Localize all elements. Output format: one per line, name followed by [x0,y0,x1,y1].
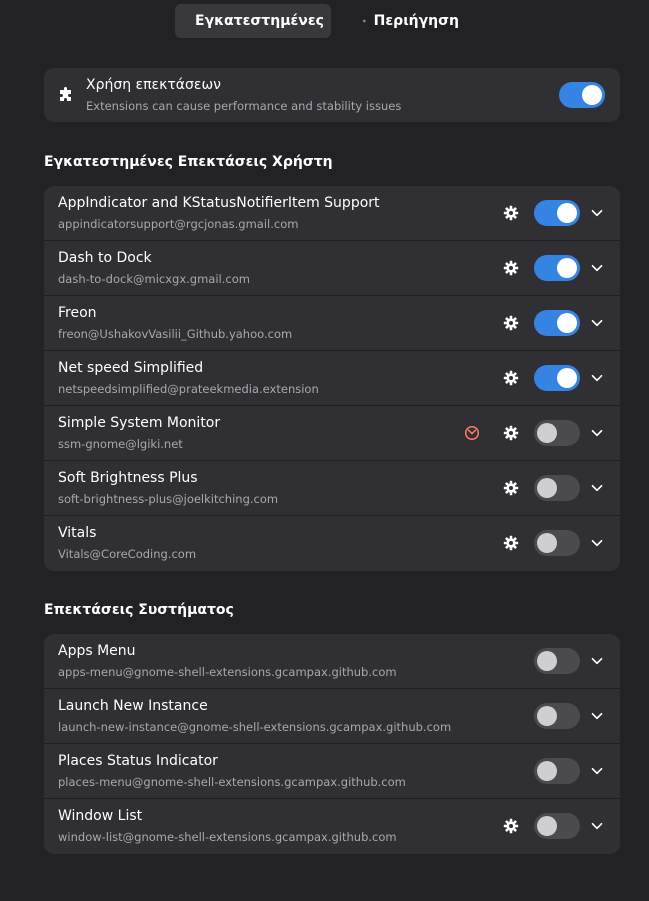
settings-gear-icon[interactable] [503,425,519,441]
extension-row: Apps Menu apps-menu@gnome-shell-extensio… [44,634,620,689]
globe-icon [363,19,366,23]
extension-row: Launch New Instance launch-new-instance@… [44,689,620,744]
extension-row: Simple System Monitor ssm-gnome@lgiki.ne… [44,406,620,461]
tab-browse[interactable]: Περιήγηση [351,4,471,38]
extension-name: Net speed Simplified [58,360,204,376]
toggle-knob [537,761,557,781]
extension-toggle[interactable] [534,648,580,674]
chevron-down-icon[interactable] [590,371,604,385]
extension-toggle[interactable] [534,310,580,336]
chevron-down-icon[interactable] [590,709,604,723]
tab-installed[interactable]: Εγκατεστημένες [175,4,331,38]
extension-toggle[interactable] [534,475,580,501]
system-extensions-list: Apps Menu apps-menu@gnome-shell-extensio… [44,634,620,854]
extension-uuid: dash-to-dock@micxgx.gmail.com [58,272,250,286]
tab-installed-label: Εγκατεστημένες [195,13,324,29]
master-title: Χρήση επεκτάσεων [86,77,222,93]
extension-name: AppIndicator and KStatusNotifierItem Sup… [58,195,380,211]
tab-browse-label: Περιήγηση [373,13,459,29]
extension-row: Vitals Vitals@CoreCoding.com [44,516,620,571]
extension-row: Places Status Indicator places-menu@gnom… [44,744,620,799]
toggle-knob [557,203,577,223]
settings-gear-icon[interactable] [503,480,519,496]
extension-uuid: appindicatorsupport@rgcjonas.gmail.com [58,217,299,231]
extension-toggle[interactable] [534,200,580,226]
extension-toggle[interactable] [534,255,580,281]
system-extensions-heading: Επεκτάσεις Συστήματος [44,602,234,618]
chevron-down-icon[interactable] [590,316,604,330]
extension-toggle[interactable] [534,758,580,784]
toggle-knob [537,651,557,671]
chevron-down-icon[interactable] [590,764,604,778]
extension-toggle[interactable] [534,365,580,391]
puzzle-icon [60,87,71,101]
user-extensions-heading: Εγκατεστημένες Επεκτάσεις Χρήστη [44,154,333,170]
extension-uuid: launch-new-instance@gnome-shell-extensio… [58,720,452,734]
extension-uuid: ssm-gnome@lgiki.net [58,437,183,451]
toggle-knob [537,816,557,836]
chevron-down-icon[interactable] [590,481,604,495]
view-switcher: Εγκατεστημένες Περιήγηση [0,4,649,38]
extension-name: Dash to Dock [58,250,152,266]
settings-gear-icon[interactable] [503,370,519,386]
master-subtitle: Extensions can cause performance and sta… [86,99,402,113]
settings-gear-icon[interactable] [503,818,519,834]
user-extensions-list: AppIndicator and KStatusNotifierItem Sup… [44,186,620,571]
toggle-knob [557,368,577,388]
extension-toggle[interactable] [534,530,580,556]
toggle-knob [537,423,557,443]
extension-toggle[interactable] [534,703,580,729]
extension-name: Window List [58,808,143,824]
extension-name: Freon [58,305,97,321]
extension-row: Window List window-list@gnome-shell-exte… [44,799,620,854]
chevron-down-icon[interactable] [590,206,604,220]
settings-gear-icon[interactable] [503,315,519,331]
extensions-master-row: Χρήση επεκτάσεων Extensions can cause pe… [44,68,620,122]
extension-toggle[interactable] [534,420,580,446]
extension-uuid: soft-brightness-plus@joelkitching.com [58,492,279,506]
use-extensions-toggle[interactable] [559,82,605,108]
extension-row: Soft Brightness Plus soft-brightness-plu… [44,461,620,516]
extension-row: AppIndicator and KStatusNotifierItem Sup… [44,186,620,241]
extension-uuid: freon@UshakovVasilii_Github.yahoo.com [58,327,293,341]
settings-gear-icon[interactable] [503,535,519,551]
extension-uuid: apps-menu@gnome-shell-extensions.gcampax… [58,665,397,679]
toggle-knob [537,533,557,553]
chevron-down-icon[interactable] [590,819,604,833]
extension-uuid: window-list@gnome-shell-extensions.gcamp… [58,830,397,844]
settings-gear-icon[interactable] [503,205,519,221]
toggle-knob [582,85,602,105]
extension-toggle[interactable] [534,813,580,839]
extension-name: Soft Brightness Plus [58,470,198,486]
extension-name: Vitals [58,525,97,541]
extension-uuid: netspeedsimplified@prateekmedia.extensio… [58,382,319,396]
extension-name: Apps Menu [58,643,136,659]
extension-name: Launch New Instance [58,698,208,714]
extension-uuid: places-menu@gnome-shell-extensions.gcamp… [58,775,406,789]
toggle-knob [557,313,577,333]
extension-name: Simple System Monitor [58,415,221,431]
toggle-knob [537,478,557,498]
chevron-down-icon[interactable] [590,261,604,275]
extension-row: Freon freon@UshakovVasilii_Github.yahoo.… [44,296,620,351]
extension-row: Net speed Simplified netspeedsimplified@… [44,351,620,406]
extension-row: Dash to Dock dash-to-dock@micxgx.gmail.c… [44,241,620,296]
toggle-knob [537,706,557,726]
extension-name: Places Status Indicator [58,753,218,769]
chevron-down-icon[interactable] [590,536,604,550]
outdated-clock-icon [464,425,480,441]
chevron-down-icon[interactable] [590,426,604,440]
toggle-knob [557,258,577,278]
settings-gear-icon[interactable] [503,260,519,276]
chevron-down-icon[interactable] [590,654,604,668]
extension-uuid: Vitals@CoreCoding.com [58,547,197,561]
